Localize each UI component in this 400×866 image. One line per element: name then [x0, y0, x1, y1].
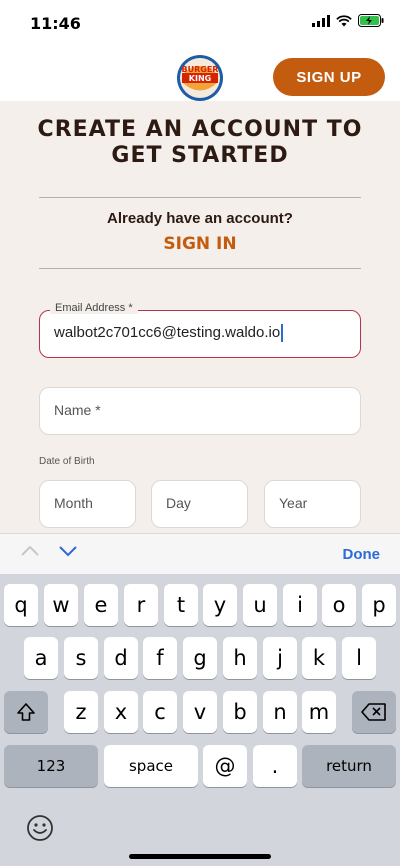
key-o[interactable]: o	[322, 584, 356, 626]
key-h[interactable]: h	[223, 637, 257, 679]
status-bar: 11:46	[0, 0, 400, 46]
email-field-value: walbot2c701cc6@testing.waldo.io	[54, 324, 281, 341]
key-p[interactable]: p	[362, 584, 396, 626]
divider-bottom	[39, 268, 361, 269]
dob-month-placeholder: Month	[54, 495, 93, 511]
key-w[interactable]: w	[44, 584, 78, 626]
key-m[interactable]: m	[302, 691, 336, 733]
key-z[interactable]: z	[64, 691, 98, 733]
signup-form: CREATE AN ACCOUNT TO GET STARTED Already…	[0, 101, 400, 533]
key-q[interactable]: q	[4, 584, 38, 626]
key-i[interactable]: i	[283, 584, 317, 626]
done-button[interactable]: Done	[343, 546, 381, 563]
numbers-key[interactable]: 123	[4, 745, 98, 787]
key-a[interactable]: a	[24, 637, 58, 679]
backspace-icon	[361, 703, 386, 721]
dob-day-placeholder: Day	[166, 495, 191, 511]
keyboard-accessory-bar: Done	[0, 533, 400, 575]
sign-up-button[interactable]: SIGN UP	[273, 58, 385, 96]
key-e[interactable]: e	[84, 584, 118, 626]
key-f[interactable]: f	[143, 637, 177, 679]
email-field-label: Email Address *	[50, 302, 138, 314]
divider-top	[39, 197, 361, 198]
key-t[interactable]: t	[164, 584, 198, 626]
sign-in-link[interactable]: SIGN IN	[0, 234, 400, 254]
emoji-icon[interactable]	[26, 814, 54, 842]
key-g[interactable]: g	[183, 637, 217, 679]
cellular-signal-icon	[312, 14, 330, 27]
date-of-birth-label: Date of Birth	[39, 456, 95, 467]
key-l[interactable]: l	[342, 637, 376, 679]
key-v[interactable]: v	[183, 691, 217, 733]
dob-month-field[interactable]: Month	[39, 480, 136, 528]
svg-text:BURGER: BURGER	[182, 65, 219, 74]
wifi-icon	[336, 14, 352, 26]
delete-key[interactable]	[352, 691, 396, 733]
burger-king-logo: BURGER KING	[177, 55, 223, 101]
battery-charging-icon	[358, 14, 384, 27]
return-key[interactable]: return	[302, 745, 396, 787]
home-indicator	[129, 854, 271, 859]
dob-year-field[interactable]: Year	[264, 480, 361, 528]
key-x[interactable]: x	[104, 691, 138, 733]
shift-key[interactable]	[4, 691, 48, 733]
status-icons	[312, 14, 384, 27]
dob-year-placeholder: Year	[279, 495, 308, 511]
name-field[interactable]: Name *	[39, 387, 361, 435]
previous-field-chevron-up-icon[interactable]	[20, 544, 40, 558]
key-n[interactable]: n	[263, 691, 297, 733]
key-d[interactable]: d	[104, 637, 138, 679]
have-account-text: Already have an account?	[107, 210, 293, 227]
key-r[interactable]: r	[124, 584, 158, 626]
key-s[interactable]: s	[64, 637, 98, 679]
next-field-chevron-down-icon[interactable]	[58, 544, 78, 558]
key-j[interactable]: j	[263, 637, 297, 679]
at-key[interactable]: @	[203, 745, 247, 787]
key-c[interactable]: c	[143, 691, 177, 733]
key-k[interactable]: k	[302, 637, 336, 679]
text-cursor	[281, 324, 284, 343]
svg-text:KING: KING	[189, 74, 211, 83]
page-title: CREATE AN ACCOUNT TO GET STARTED	[37, 117, 363, 168]
shift-arrow-icon	[17, 703, 35, 721]
period-key[interactable]: .	[253, 745, 297, 787]
dob-day-field[interactable]: Day	[151, 480, 248, 528]
email-field[interactable]: Email Address * walbot2c701cc6@testing.w…	[39, 302, 361, 358]
software-keyboard: q w e r t y u i o p a s d f g h j k l z …	[0, 574, 400, 866]
name-field-placeholder: Name *	[54, 402, 101, 418]
status-time: 11:46	[30, 14, 81, 33]
key-b[interactable]: b	[223, 691, 257, 733]
space-key[interactable]: space	[104, 745, 198, 787]
key-y[interactable]: y	[203, 584, 237, 626]
key-u[interactable]: u	[243, 584, 277, 626]
